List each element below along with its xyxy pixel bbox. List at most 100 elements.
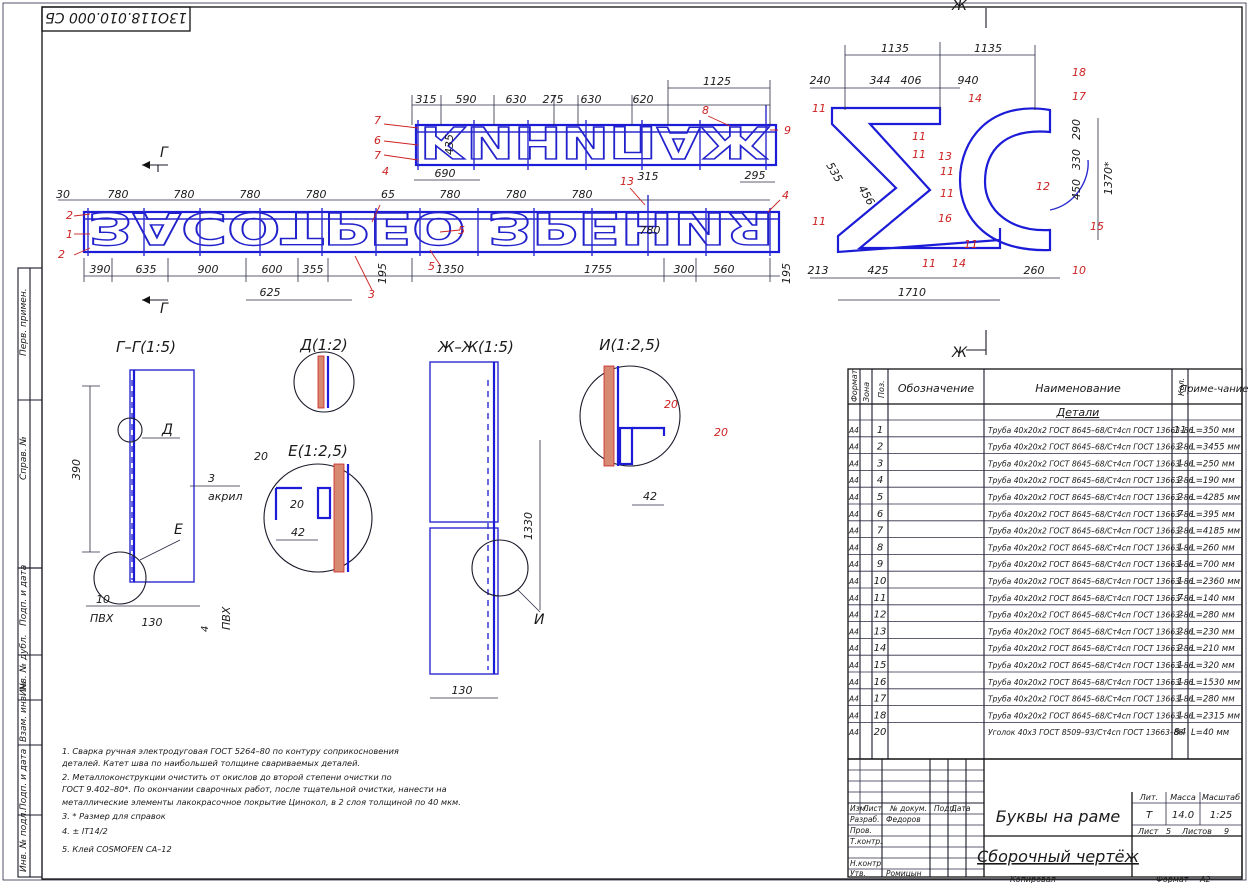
callout-4b: 4 — [782, 189, 789, 202]
view-gg-dim-3: 3 — [208, 472, 215, 485]
code-stamp-text: 13О118.010.000 СБ — [45, 9, 187, 25]
view-gg-dim-130: 130 — [142, 616, 163, 629]
view-zhzh-label-i: И — [534, 612, 545, 628]
spec-cell-note: L=4285 мм — [1191, 493, 1241, 503]
note-line-2: деталей. Катет шва по наибольшей толщине… — [61, 758, 360, 768]
spec-cell-pos: 2 — [877, 442, 883, 453]
tb-razrab: Разраб. — [850, 815, 879, 824]
spec-cell-note: L=395 мм — [1191, 510, 1235, 520]
dim-780-7: 780 — [572, 188, 593, 201]
dim-625: 625 — [260, 286, 281, 299]
spec-cell-note: L=2315 мм — [1191, 711, 1241, 721]
section-mark-g-bottom: Г — [160, 301, 169, 317]
spec-cell-note: L=700 мм — [1191, 560, 1235, 570]
technical-notes: 1. Сварка ручная электродуговая ГОСТ 526… — [61, 746, 461, 854]
dim-780-8: 780 — [640, 224, 661, 237]
spec-cell-qty: 2 — [1177, 475, 1183, 486]
note-line-1: 1. Сварка ручная электродуговая ГОСТ 526… — [62, 746, 399, 756]
tb-format: Формат — [1156, 875, 1189, 883]
spec-cell-pos: 14 — [874, 643, 887, 654]
spec-cell-pos: 13 — [874, 626, 887, 637]
spec-cell-name: Уголок 40х3 ГОСТ 8509–93/Ст4сп ГОСТ 1366… — [988, 728, 1184, 737]
spec-cell-name: Труба 40х20х2 ГОСТ 8645–68/Ст4сп ГОСТ 13… — [988, 426, 1194, 435]
spec-cell-pos: 20 — [874, 727, 887, 738]
spec-cell-name: Труба 40х20х2 ГОСТ 8645–68/Ст4сп ГОСТ 13… — [988, 627, 1194, 636]
spec-cell-name: Труба 40х20х2 ГОСТ 8645–68/Ст4сп ГОСТ 13… — [988, 543, 1194, 552]
side-stamp-inv-podl: Инв. № подл. — [19, 810, 29, 872]
callout-7a: 7 — [374, 114, 381, 127]
view-e-dim-42: 42 — [291, 526, 305, 539]
view-gg-dim-10: 10 — [96, 593, 110, 606]
tb-list-label: Лист — [1137, 827, 1159, 836]
dim-535: 535 — [823, 160, 845, 185]
spec-cell-pos: 1 — [877, 425, 883, 436]
spec-cell-qty: 2 — [1177, 610, 1183, 621]
callout-2a: 2 — [66, 209, 73, 222]
spec-cell-format: А4 — [848, 443, 859, 452]
spec-cell-note: L=1530 мм — [1191, 678, 1241, 688]
view-e: Е(1:2,5) 20 20 42 — [254, 442, 373, 573]
spec-cell-format: А4 — [848, 627, 859, 636]
spec-cell-pos: 5 — [877, 492, 883, 503]
view-zhzh-dim-130: 130 — [452, 684, 473, 697]
dim-315: 315 — [416, 93, 437, 106]
spec-cell-format: А4 — [848, 577, 859, 586]
spec-cell-format: А4 — [848, 426, 859, 435]
note-line-5: металлические элементы лакокрасочное пок… — [62, 797, 461, 807]
spec-cell-note: L=4185 мм — [1191, 527, 1241, 537]
assembly-drawing-sheet: 13О118.010.000 СБ Перв. примен. Справ. №… — [2, 0, 1248, 883]
tb-massa: Масса — [1170, 793, 1196, 802]
spec-cell-pos: 9 — [877, 559, 883, 570]
callout-8: 8 — [702, 104, 709, 117]
dim-630: 630 — [506, 93, 527, 106]
callout-r16: 16 — [938, 212, 952, 225]
dim-406: 406 — [901, 74, 922, 87]
view-e-dim-20a: 20 — [254, 450, 268, 463]
dim-330: 330 — [1070, 149, 1083, 170]
callout-4a: 4 — [382, 165, 389, 178]
dim-780-6: 780 — [506, 188, 527, 201]
spec-header-pos: Поз. — [877, 380, 886, 398]
view-zhzh-dim-1330: 1330 — [522, 512, 535, 540]
view-e-title: Е(1:2,5) — [288, 442, 348, 460]
dim-456: 456 — [855, 183, 877, 208]
tb-kopiroval: Копировал — [1010, 875, 1056, 883]
tb-lit: Лит. — [1139, 793, 1158, 802]
spec-header-zone: Зона — [862, 382, 871, 402]
section-mark-zh-top: Ж — [951, 0, 968, 14]
callout-r15: 15 — [1090, 220, 1104, 233]
dim-630b: 630 — [581, 93, 602, 106]
callout-r11g: 11 — [922, 257, 936, 270]
dim-30: 30 — [56, 188, 70, 201]
callout-r18: 18 — [1072, 66, 1086, 79]
dim-1135b: 1135 — [974, 42, 1002, 55]
spec-cell-format: А4 — [848, 594, 859, 603]
note-line-8: 5. Клей COSMOFEN CA–12 — [62, 844, 172, 854]
tb-massa-val: 14.0 — [1172, 810, 1194, 821]
dim-260: 260 — [1024, 264, 1045, 277]
spec-cell-format: А4 — [848, 661, 859, 670]
dim-940: 940 — [958, 74, 979, 87]
dim-780-4: 780 — [306, 188, 327, 201]
tb-lit-val: Т — [1146, 810, 1153, 821]
view-gg-label-e: Е — [174, 522, 183, 538]
view-i-dim-20b: 20 — [714, 426, 728, 439]
zs-letters-view: 1135 1135 240 344 406 940 535 456 290 33… — [808, 42, 1115, 301]
dim-275: 275 — [543, 93, 564, 106]
tb-format-val: А2 — [1199, 875, 1211, 883]
view-gg: Г–Г(1:5) 390 Д Е 3 акрил 10 ПВХ 130 4 ПВ… — [70, 338, 243, 632]
view-gg-label-d: Д — [161, 422, 173, 438]
view-gg-pvh-1: ПВХ — [90, 612, 114, 625]
callout-r11b: 11 — [912, 130, 926, 143]
dim-1350: 1350 — [436, 263, 464, 276]
callout-r11a: 11 — [812, 102, 826, 115]
spec-cell-qty: 1 — [1177, 542, 1183, 553]
section-markers: Г Г Ж Ж — [142, 0, 987, 361]
spec-cell-format: А4 — [848, 611, 859, 620]
section-mark-zh-bottom: Ж — [951, 345, 968, 361]
dim-780-3: 780 — [240, 188, 261, 201]
spec-cell-format: А4 — [848, 527, 859, 536]
dim-195b: 195 — [780, 263, 793, 284]
dim-690: 690 — [435, 167, 456, 180]
spec-cell-pos: 8 — [877, 542, 883, 553]
